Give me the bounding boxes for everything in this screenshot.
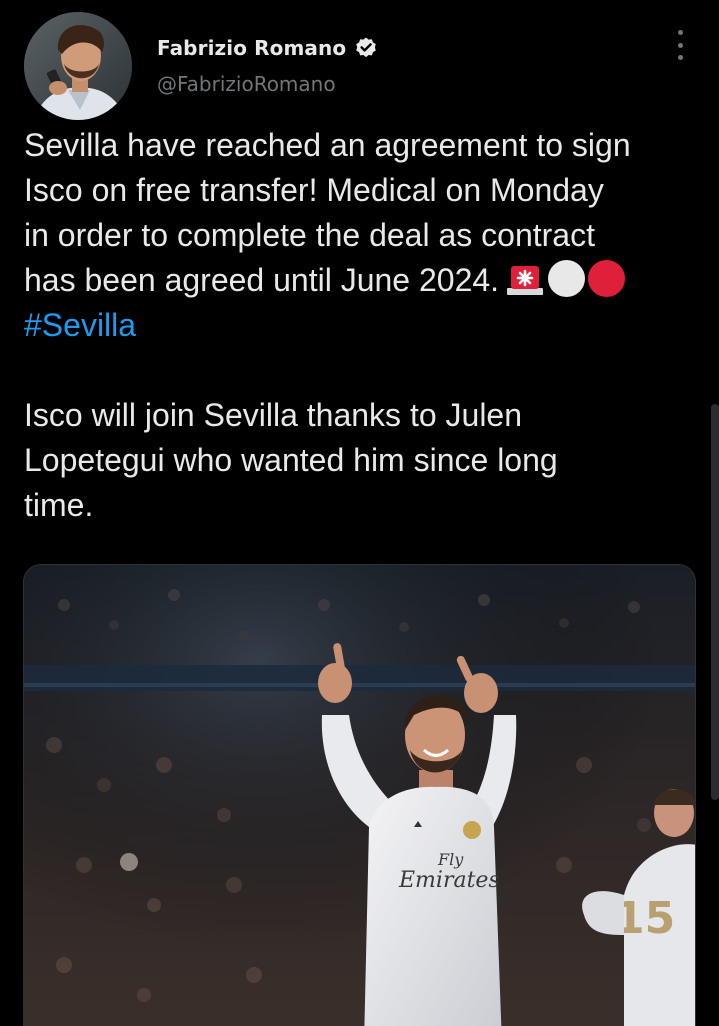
- tweet-line: time.: [24, 487, 94, 523]
- shirt-sponsor-line1: Fly: [437, 850, 464, 869]
- tweet-line: Isco will join Sevilla thanks to Julen: [24, 397, 523, 433]
- red-circle-emoji: [588, 260, 626, 297]
- tweet-media-image[interactable]: 15 Fly Emirates: [23, 564, 696, 1026]
- shirt-sponsor-line2: Emirates: [398, 868, 500, 893]
- rotating-light-emoji: [505, 262, 545, 296]
- tweet-paragraph-2: Isco will join Sevilla thanks to Julen L…: [24, 393, 704, 528]
- author-handle[interactable]: @FabrizioRomano: [157, 72, 336, 96]
- more-dot: [677, 55, 683, 60]
- avatar[interactable]: [24, 12, 132, 120]
- tweet-line: in order to complete the deal as contrac…: [24, 217, 595, 253]
- page-scrollbar[interactable]: [711, 404, 719, 800]
- tweet-text: Sevilla have reached an agreement to sig…: [24, 123, 704, 528]
- more-dot: [677, 30, 683, 35]
- author-name[interactable]: Fabrizio Romano: [157, 36, 346, 60]
- tweet-line: has been agreed until June 2024.: [24, 262, 500, 298]
- more-dot: [677, 42, 683, 48]
- tweet-card: Fabrizio Romano @FabrizioRomano Sevilla …: [0, 0, 719, 1026]
- white-circle-emoji: [548, 260, 586, 297]
- tweet-paragraph-1: Sevilla have reached an agreement to sig…: [24, 123, 704, 348]
- tweet-line: Isco on free transfer! Medical on Monday: [24, 172, 604, 208]
- verified-badge-icon: [354, 36, 378, 60]
- tweet-line: Sevilla have reached an agreement to sig…: [24, 127, 631, 163]
- tweet-line: Lopetegui who wanted him since long: [24, 442, 558, 478]
- hashtag-link[interactable]: #Sevilla: [24, 307, 136, 343]
- author-name-row[interactable]: Fabrizio Romano: [157, 33, 378, 63]
- more-options-icon[interactable]: [668, 28, 692, 62]
